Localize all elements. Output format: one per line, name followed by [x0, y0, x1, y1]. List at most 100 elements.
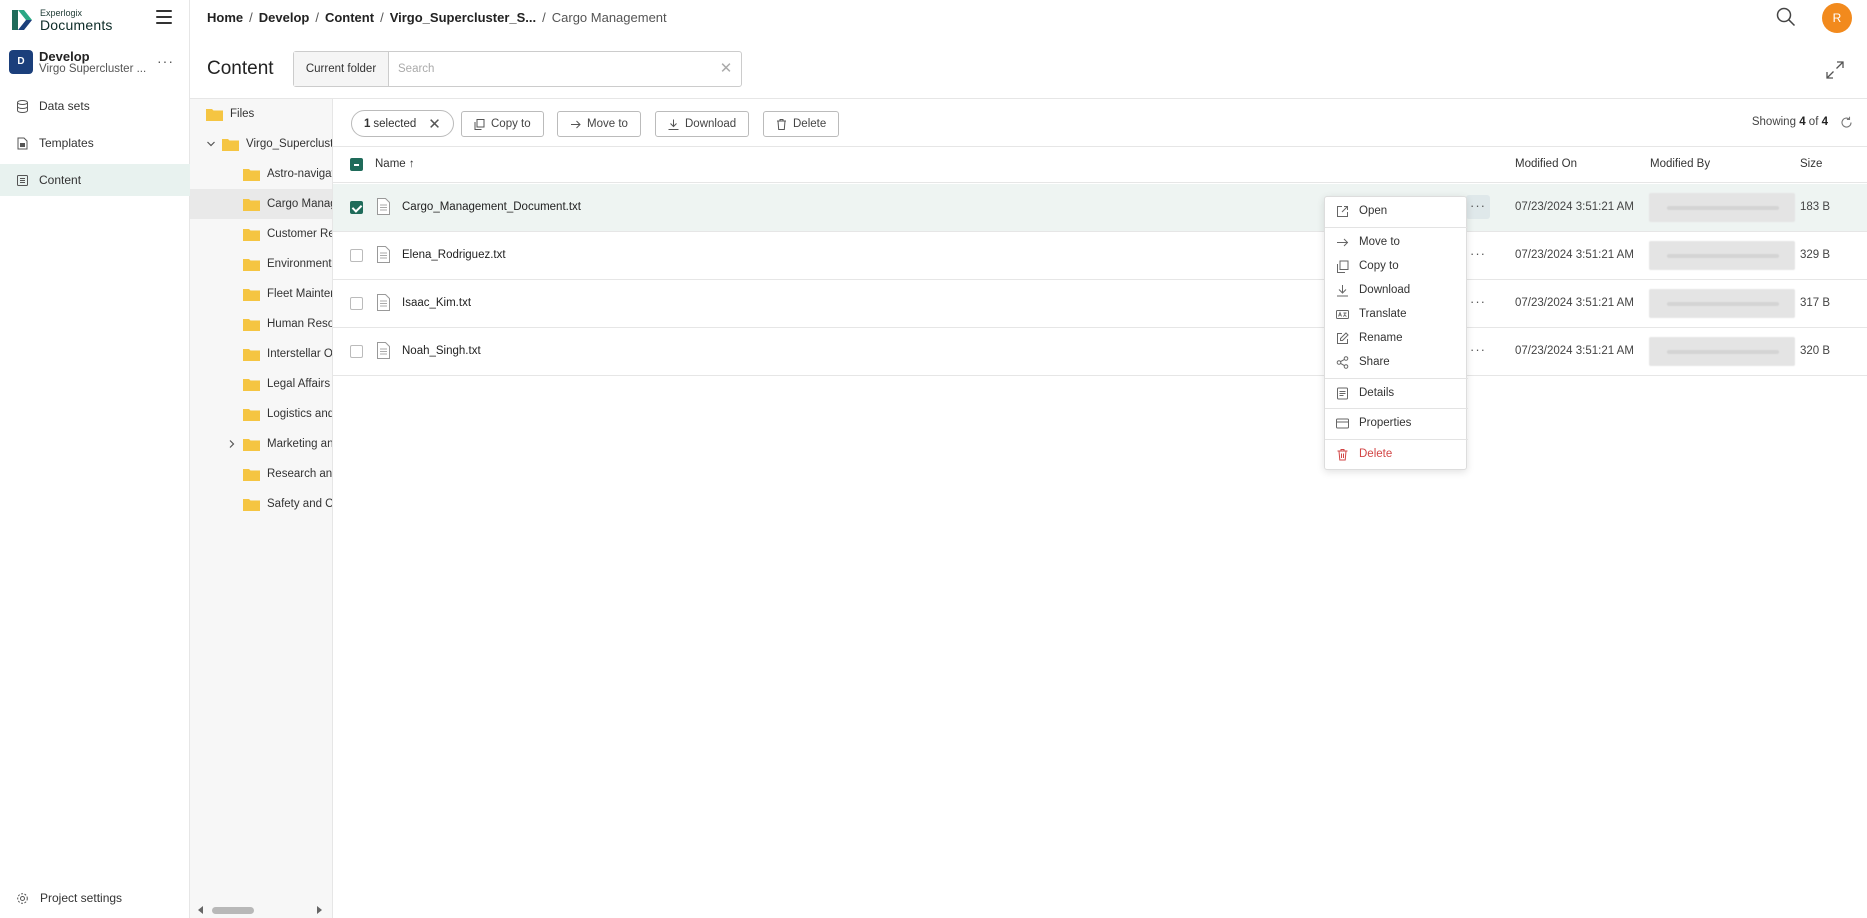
menu-item-share[interactable]: Share — [1325, 351, 1468, 373]
tree-item-folder[interactable]: Environmental — [190, 249, 332, 279]
file-name[interactable]: Elena_Rodriguez.txt — [402, 249, 506, 261]
clear-search-icon[interactable]: ✕ — [711, 52, 741, 86]
folder-icon — [206, 108, 223, 121]
move-to-button[interactable]: Move to — [557, 111, 641, 137]
tree-item-folder[interactable]: Customer Relations — [190, 219, 332, 249]
table-row[interactable]: Elena_Rodriguez.txt ··· 07/23/2024 3:51:… — [333, 232, 1867, 280]
tree-item-folder[interactable]: Interstellar Operations — [190, 339, 332, 369]
file-name[interactable]: Isaac_Kim.txt — [402, 297, 471, 309]
menu-item-download[interactable]: Download — [1325, 279, 1468, 301]
breadcrumb-home[interactable]: Home — [207, 10, 243, 25]
breadcrumb-develop[interactable]: Develop — [259, 10, 310, 25]
copy-to-button[interactable]: Copy to — [461, 111, 544, 137]
search-icon[interactable] — [1776, 7, 1796, 27]
scroll-left-icon[interactable] — [198, 906, 203, 914]
nav-item-templates[interactable]: Templates — [0, 127, 190, 159]
menu-item-rename[interactable]: Rename — [1325, 327, 1468, 349]
tree-item-folder[interactable]: Logistics and — [190, 399, 332, 429]
translate-icon — [1336, 309, 1349, 319]
delete-button[interactable]: Delete — [763, 111, 840, 137]
tree-item-files[interactable]: Files — [190, 99, 332, 129]
text-file-icon — [377, 294, 390, 311]
search-box: Current folder ✕ — [293, 51, 742, 87]
tree-horizontal-scrollbar[interactable] — [190, 902, 332, 918]
tree-item-folder[interactable]: Human Resources — [190, 309, 332, 339]
download-button[interactable]: Download — [655, 111, 750, 137]
table-row[interactable]: Cargo_Management_Document.txt ··· 07/23/… — [333, 184, 1867, 232]
chevron-right-icon[interactable] — [227, 439, 237, 449]
tree-item-folder[interactable]: Fleet Maintenance — [190, 279, 332, 309]
expand-icon[interactable] — [1825, 60, 1845, 80]
column-size[interactable]: Size — [1800, 158, 1822, 170]
tree-item-folder-active[interactable]: Cargo Management — [190, 189, 332, 219]
selection-chip: 1 selected ✕ — [351, 110, 454, 137]
nav-label: Data sets — [39, 99, 90, 113]
nav-item-data-sets[interactable]: Data sets — [0, 90, 190, 122]
row-checkbox[interactable] — [350, 297, 363, 310]
tree-item-folder[interactable]: Marketing and — [190, 429, 332, 459]
share-icon — [1336, 355, 1349, 369]
tree-item-folder[interactable]: Research and — [190, 459, 332, 489]
project-settings-link[interactable]: Project settings — [16, 891, 122, 905]
folder-icon — [243, 258, 260, 271]
clear-selection-icon[interactable]: ✕ — [428, 115, 441, 133]
hamburger-menu-icon[interactable] — [156, 10, 172, 24]
folder-icon — [243, 348, 260, 361]
file-name[interactable]: Cargo_Management_Document.txt — [402, 201, 581, 213]
tree-item-folder[interactable]: Astro-navigation — [190, 159, 332, 189]
open-external-icon — [1337, 205, 1348, 217]
column-modified-by[interactable]: Modified By — [1650, 158, 1710, 170]
project-switcher[interactable]: D Develop Virgo Supercluster ... ··· — [0, 48, 190, 80]
column-name[interactable]: Name ↑ — [375, 158, 415, 170]
project-avatar: D — [9, 50, 33, 74]
tree-item-folder[interactable]: Legal Affairs — [190, 369, 332, 399]
menu-item-properties[interactable]: Properties — [1325, 412, 1468, 434]
row-checkbox[interactable] — [350, 345, 363, 358]
search-input[interactable] — [389, 52, 711, 86]
text-file-icon — [377, 246, 390, 263]
menu-item-move-to[interactable]: Move to — [1325, 231, 1468, 253]
modified-by-redacted — [1649, 193, 1795, 222]
menu-item-details[interactable]: Details — [1325, 382, 1468, 404]
search-scope-select[interactable]: Current folder — [294, 52, 389, 86]
row-checkbox[interactable] — [350, 201, 363, 214]
scroll-thumb[interactable] — [212, 907, 254, 914]
modified-on: 07/23/2024 3:51:21 AM — [1515, 297, 1634, 309]
breadcrumb-project-folder[interactable]: Virgo_Supercluster_S... — [390, 10, 536, 25]
arrow-right-icon — [1337, 238, 1349, 246]
file-size: 329 B — [1800, 249, 1831, 261]
row-more-actions-icon[interactable]: ··· — [1466, 291, 1490, 315]
row-more-actions-icon[interactable]: ··· — [1466, 243, 1490, 267]
breadcrumb-content[interactable]: Content — [325, 10, 374, 25]
page-title: Content — [207, 58, 274, 79]
table-row[interactable]: Noah_Singh.txt ··· 07/23/2024 3:51:21 AM… — [333, 328, 1867, 376]
nav-item-content[interactable]: Content — [0, 164, 190, 196]
menu-item-copy-to[interactable]: Copy to — [1325, 255, 1468, 277]
table-row[interactable]: Isaac_Kim.txt ··· 07/23/2024 3:51:21 AM … — [333, 280, 1867, 328]
trash-icon — [1337, 448, 1348, 460]
brand-logo[interactable]: Experlogix Documents — [12, 6, 113, 34]
row-more-actions-icon[interactable]: ··· — [1466, 339, 1490, 363]
tree-item-project-folder[interactable]: Virgo_Supercluster — [190, 129, 332, 159]
file-name[interactable]: Noah_Singh.txt — [402, 345, 481, 357]
nav-label: Templates — [39, 136, 94, 150]
details-icon — [1337, 387, 1348, 399]
select-all-checkbox[interactable] — [350, 158, 363, 171]
menu-item-open[interactable]: Open — [1325, 200, 1468, 222]
folder-icon — [222, 138, 239, 151]
row-more-actions-icon[interactable]: ··· — [1466, 195, 1490, 219]
selected-label: selected — [373, 117, 417, 130]
chevron-down-icon[interactable] — [206, 139, 216, 149]
copy-icon — [474, 118, 485, 130]
tree-item-folder[interactable]: Safety and Compliance — [190, 489, 332, 519]
user-avatar[interactable]: R — [1822, 3, 1852, 33]
refresh-icon[interactable] — [1840, 116, 1853, 129]
menu-item-translate[interactable]: Translate — [1325, 303, 1468, 325]
scroll-right-icon[interactable] — [317, 906, 322, 914]
row-checkbox[interactable] — [350, 249, 363, 262]
project-more-icon[interactable]: ··· — [157, 53, 174, 69]
menu-item-delete[interactable]: Delete — [1325, 443, 1468, 465]
column-modified-on[interactable]: Modified On — [1515, 158, 1577, 170]
file-size: 320 B — [1800, 345, 1831, 357]
top-bar: Home / Develop / Content / Virgo_Supercl… — [190, 0, 1867, 36]
